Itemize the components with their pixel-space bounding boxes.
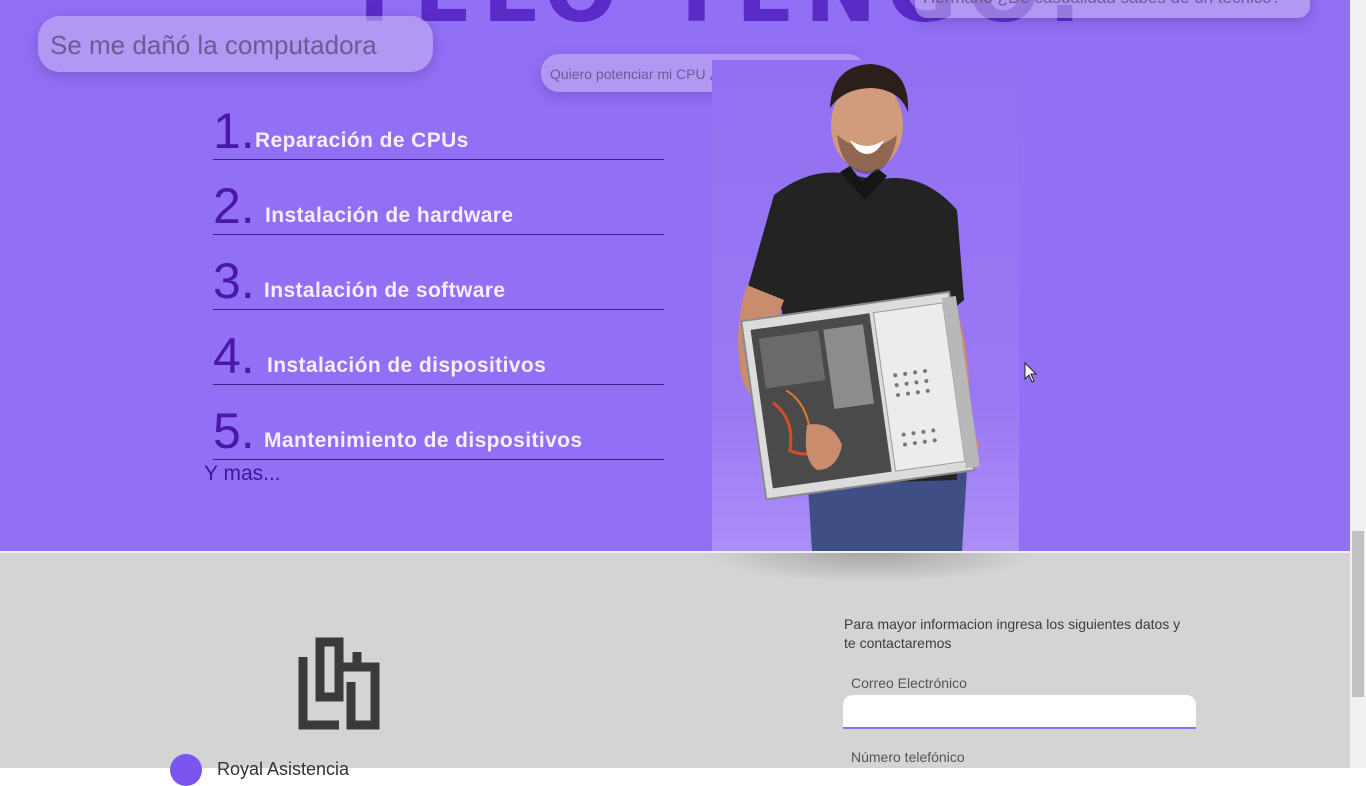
service-item: 3. Instalación de software: [213, 235, 664, 310]
service-label: Reparación de CPUs: [255, 129, 469, 152]
section-shadow: [700, 553, 1040, 583]
service-item: 4. Instalación de dispositivos: [213, 310, 664, 385]
contact-text: Royal Asistencia: [217, 759, 350, 779]
service-label: Mantenimiento de dispositivos: [264, 429, 583, 452]
mouse-cursor-icon: [1024, 361, 1038, 389]
service-number: 4.: [213, 328, 255, 384]
email-field-label: Correo Electrónico: [851, 675, 967, 691]
service-label: Instalación de hardware: [265, 204, 514, 227]
service-number: 2.: [213, 178, 255, 234]
service-number: 1.: [213, 103, 255, 159]
phone-field-label: Número telefónico: [851, 749, 965, 765]
service-list: 1. Reparación de CPUs 2. Instalación de …: [213, 85, 664, 460]
service-item: 2. Instalación de hardware: [213, 160, 664, 235]
service-number: 3.: [213, 253, 255, 309]
service-item: 1. Reparación de CPUs: [213, 85, 664, 160]
chat-bubble-top-right: Hermano ¿De casualidad sabes de un técni…: [915, 0, 1310, 18]
service-label: Instalación de software: [264, 279, 506, 302]
service-label: Instalación de dispositivos: [267, 354, 547, 377]
service-number: 5.: [213, 403, 255, 459]
location-icon: [170, 754, 202, 786]
form-intro-text: Para mayor informacion ingresa los sigui…: [844, 616, 1181, 651]
chat-bubble-left: Se me dañó la computadora: [38, 16, 433, 72]
email-field[interactable]: [843, 695, 1196, 729]
technician-photo: [712, 60, 1019, 551]
hero-section: TELO TENGO. Hermano ¿De casualidad sabes…: [0, 0, 1350, 551]
more-services-text: Y mas...: [204, 462, 281, 485]
footer-section: Royal Asistencia Para mayor informacion …: [0, 551, 1350, 786]
service-item: 5. Mantenimiento de dispositivos: [213, 385, 664, 460]
scrollbar-thumb[interactable]: [1352, 531, 1364, 697]
brand-logo-icon: [295, 637, 381, 737]
